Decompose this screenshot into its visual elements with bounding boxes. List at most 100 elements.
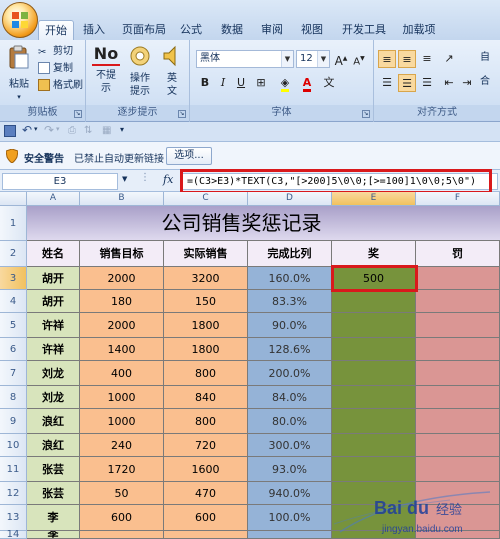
sort-icon[interactable]: ⇅ <box>84 125 92 136</box>
table-cell[interactable]: 128.6% <box>248 338 332 361</box>
table-cell[interactable]: 许祥 <box>27 313 80 338</box>
align-middle-icon[interactable]: ≡ <box>398 50 416 68</box>
table-cell[interactable] <box>416 409 500 434</box>
security-options-button[interactable]: 选项... <box>166 147 212 165</box>
table-cell[interactable]: 1000 <box>80 409 164 434</box>
tab-addins[interactable]: 加载项 <box>398 20 440 40</box>
phonetic-icon[interactable]: 文 <box>320 74 338 92</box>
header-cell[interactable]: 奖 <box>332 241 416 267</box>
table-cell[interactable]: 150 <box>164 290 248 313</box>
column-header-d[interactable]: D <box>248 192 332 206</box>
format-painter-button[interactable]: 格式刷 <box>38 78 83 94</box>
row-header-1[interactable]: 1 <box>0 206 27 241</box>
shrink-font-icon[interactable]: A▼ <box>350 50 368 68</box>
name-box[interactable]: E3 <box>2 173 118 190</box>
row-header-10[interactable]: 10 <box>0 434 27 457</box>
merge-center-button[interactable]: 合 <box>480 74 490 90</box>
table-cell[interactable]: 840 <box>164 386 248 409</box>
table-cell[interactable] <box>332 361 416 386</box>
column-header-b[interactable]: B <box>80 192 164 206</box>
row-header-4[interactable]: 4 <box>0 290 27 313</box>
cut-button[interactable]: ✂ 剪切 <box>38 44 73 60</box>
font-color-icon[interactable]: A <box>298 74 316 92</box>
sheet-title[interactable]: 公司销售奖惩记录 <box>27 206 500 241</box>
table-cell[interactable]: 83.3% <box>248 290 332 313</box>
table-cell[interactable]: 刘龙 <box>27 361 80 386</box>
table-cell[interactable]: 50 <box>80 482 164 505</box>
table-cell[interactable]: 1800 <box>164 338 248 361</box>
align-center-icon[interactable]: ☰ <box>398 74 416 92</box>
column-header-c[interactable]: C <box>164 192 248 206</box>
table-cell[interactable]: 80.0% <box>248 409 332 434</box>
row-header-11[interactable]: 11 <box>0 457 27 482</box>
tab-developer[interactable]: 开发工具 <box>336 20 392 40</box>
underline-button[interactable]: U <box>232 74 250 92</box>
font-size-combo[interactable]: 12 ▼ <box>296 50 330 68</box>
font-size-dropdown-icon[interactable]: ▼ <box>317 51 329 67</box>
customize-qat-icon[interactable]: ▾ <box>120 125 124 134</box>
row-header-13[interactable]: 13 <box>0 505 27 531</box>
operate-prompt-button[interactable]: 操作 提示 <box>126 44 154 98</box>
table-cell[interactable]: 600 <box>80 505 164 531</box>
indent-icon[interactable]: ⇤ <box>440 74 458 92</box>
table-cell[interactable] <box>332 290 416 313</box>
tab-review[interactable]: 审阅 <box>256 20 288 40</box>
table-cell[interactable]: 3200 <box>164 267 248 290</box>
table-cell[interactable]: 400 <box>80 361 164 386</box>
table-cell[interactable] <box>164 531 248 539</box>
header-cell[interactable]: 罚 <box>416 241 500 267</box>
table-cell[interactable]: 1400 <box>80 338 164 361</box>
fill-color-icon[interactable]: ◈ <box>276 74 294 92</box>
table-cell[interactable] <box>416 313 500 338</box>
tab-insert[interactable]: 插入 <box>78 20 110 40</box>
table-cell[interactable]: 720 <box>164 434 248 457</box>
table-cell[interactable] <box>332 386 416 409</box>
table-cell[interactable]: 300.0% <box>248 434 332 457</box>
table-cell[interactable]: 浪红 <box>27 434 80 457</box>
table-cell[interactable] <box>80 531 164 539</box>
clipboard-launcher-icon[interactable]: ↘ <box>74 110 82 118</box>
table-cell[interactable]: 240 <box>80 434 164 457</box>
column-header-a[interactable]: A <box>27 192 80 206</box>
redo-icon[interactable]: ↷ <box>44 123 54 137</box>
table-cell[interactable]: 1600 <box>164 457 248 482</box>
table-cell[interactable]: 许祥 <box>27 338 80 361</box>
table-cell[interactable]: 84.0% <box>248 386 332 409</box>
align-left-icon[interactable]: ☰ <box>378 74 396 92</box>
print-icon[interactable]: ⎙ <box>68 125 76 136</box>
table-cell[interactable]: 张芸 <box>27 482 80 505</box>
table-cell[interactable]: 2000 <box>80 313 164 338</box>
insert-function-icon[interactable]: fx <box>163 173 173 186</box>
row-header-3[interactable]: 3 <box>0 267 27 290</box>
column-header-e[interactable]: E <box>332 192 416 206</box>
table-cell[interactable] <box>416 338 500 361</box>
step-prompt-launcher-icon[interactable]: ↘ <box>178 110 186 118</box>
table-cell[interactable]: 刘龙 <box>27 386 80 409</box>
header-cell[interactable]: 姓名 <box>27 241 80 267</box>
italic-button[interactable]: I <box>214 74 232 92</box>
row-header-8[interactable]: 8 <box>0 386 27 409</box>
table-cell[interactable]: 90.0% <box>248 313 332 338</box>
table-cell[interactable] <box>416 482 500 505</box>
save-icon[interactable] <box>4 125 16 137</box>
wrap-text-button[interactable]: 自 <box>480 50 490 66</box>
table-cell[interactable]: 100.0% <box>248 505 332 531</box>
row-header-2[interactable]: 2 <box>0 241 27 267</box>
table-cell[interactable] <box>416 290 500 313</box>
row-header-7[interactable]: 7 <box>0 361 27 386</box>
chart-icon[interactable]: ▦ <box>102 125 111 136</box>
tab-page-layout[interactable]: 页面布局 <box>118 20 170 40</box>
table-cell[interactable]: 1720 <box>80 457 164 482</box>
borders-icon[interactable]: ⊞ <box>252 74 270 92</box>
tab-home[interactable]: 开始 <box>38 20 74 40</box>
font-name-dropdown-icon[interactable]: ▼ <box>281 51 293 67</box>
font-name-combo[interactable]: 黑体 ▼ <box>196 50 294 68</box>
table-cell[interactable] <box>248 531 332 539</box>
table-cell[interactable] <box>332 531 416 539</box>
row-header-6[interactable]: 6 <box>0 338 27 361</box>
table-cell[interactable]: 180 <box>80 290 164 313</box>
table-cell[interactable]: 1000 <box>80 386 164 409</box>
font-launcher-icon[interactable]: ↘ <box>362 110 370 118</box>
table-cell[interactable] <box>416 531 500 539</box>
align-top-icon[interactable]: ≡ <box>378 50 396 68</box>
